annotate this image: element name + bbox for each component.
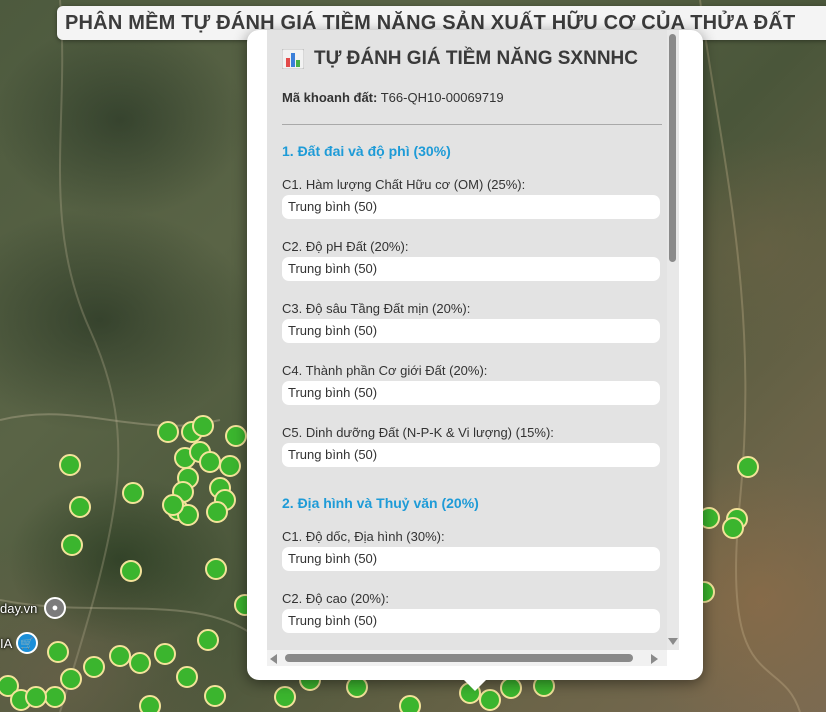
parcel-marker[interactable]: [204, 685, 226, 707]
parcel-marker[interactable]: [205, 558, 227, 580]
parcel-marker[interactable]: [109, 645, 131, 667]
parcel-marker[interactable]: [399, 695, 421, 712]
parcel-marker[interactable]: [479, 689, 501, 711]
parcel-marker[interactable]: [25, 686, 47, 708]
criterion-label: C1. Độ dốc, Địa hình (30%):: [282, 529, 445, 544]
parcel-marker[interactable]: [122, 482, 144, 504]
parcel-marker[interactable]: [157, 421, 179, 443]
parcel-marker[interactable]: [192, 415, 214, 437]
criterion-label: C2. Độ pH Đất (20%):: [282, 239, 409, 254]
criterion-value-field[interactable]: Trung bình (50): [282, 195, 660, 219]
parcel-info: Mã khoanh đất: T66-QH10-00069719: [282, 90, 504, 105]
parcel-marker[interactable]: [60, 668, 82, 690]
horizontal-scrollbar[interactable]: [267, 650, 667, 666]
panel-title-text: TỰ ĐÁNH GIÁ TIỀM NĂNG SXNNHC: [314, 48, 638, 69]
parcel-marker[interactable]: [129, 652, 151, 674]
horizontal-scrollbar-thumb[interactable]: [285, 654, 633, 662]
parcel-marker[interactable]: [737, 456, 759, 478]
criterion-value-field[interactable]: Trung bình (50): [282, 547, 660, 571]
panel-title: TỰ ĐÁNH GIÁ TIỀM NĂNG SXNNHC: [282, 48, 638, 70]
scroll-left-arrow-icon[interactable]: [270, 654, 277, 664]
parcel-marker[interactable]: [162, 494, 184, 516]
parcel-id: T66-QH10-00069719: [380, 90, 504, 105]
vertical-scrollbar-thumb[interactable]: [669, 34, 676, 262]
parcel-marker[interactable]: [69, 496, 91, 518]
parcel-marker[interactable]: [219, 455, 241, 477]
parcel-marker[interactable]: [722, 517, 744, 539]
parcel-marker[interactable]: [61, 534, 83, 556]
scroll-down-arrow-icon[interactable]: [668, 638, 678, 645]
criterion-value-field[interactable]: Trung bình (50): [282, 319, 660, 343]
parcel-marker[interactable]: [274, 686, 296, 708]
parcel-marker[interactable]: [120, 560, 142, 582]
parcel-marker[interactable]: [500, 677, 522, 699]
divider: [282, 124, 662, 125]
parcel-marker[interactable]: [197, 629, 219, 651]
criterion-label: C3. Độ sâu Tầng Đất mịn (20%):: [282, 301, 471, 316]
criterion-value-field[interactable]: Trung bình (50): [282, 381, 660, 405]
parcel-marker[interactable]: [139, 695, 161, 712]
map-place-label: day.vn: [0, 601, 38, 616]
map-poi-label: IA: [0, 636, 13, 651]
location-pin-icon[interactable]: ●: [44, 597, 66, 619]
shopping-cart-icon[interactable]: 🛒: [16, 632, 38, 654]
popup-tip: [463, 679, 487, 691]
parcel-marker[interactable]: [154, 643, 176, 665]
vertical-scrollbar[interactable]: [667, 30, 679, 650]
parcel-label: Mã khoanh đất:: [282, 90, 378, 105]
criterion-label: C1. Hàm lượng Chất Hữu cơ (OM) (25%):: [282, 177, 526, 192]
parcel-marker[interactable]: [176, 666, 198, 688]
section-title: 1. Đất đai và độ phì (30%): [282, 143, 451, 159]
criterion-value-field[interactable]: Trung bình (50): [282, 257, 660, 281]
popup-scroll-area[interactable]: TỰ ĐÁNH GIÁ TIỀM NĂNG SXNNHC Mã khoanh đ…: [267, 30, 667, 650]
parcel-marker[interactable]: [44, 686, 66, 708]
criterion-label: C5. Dinh dưỡng Đất (N-P-K & Vi lượng) (1…: [282, 425, 554, 440]
parcel-marker[interactable]: [83, 656, 105, 678]
section-title: 2. Địa hình và Thuỷ văn (20%): [282, 495, 479, 511]
criterion-value-field[interactable]: Trung bình (50): [282, 609, 660, 633]
criterion-label: C4. Thành phần Cơ giới Đất (20%):: [282, 363, 488, 378]
criterion-value-field[interactable]: Trung bình (50): [282, 443, 660, 467]
parcel-marker[interactable]: [199, 451, 221, 473]
parcel-marker[interactable]: [225, 425, 247, 447]
parcel-marker[interactable]: [59, 454, 81, 476]
criterion-label: C2. Độ cao (20%):: [282, 591, 389, 606]
parcel-marker[interactable]: [47, 641, 69, 663]
parcel-marker[interactable]: [206, 501, 228, 523]
scroll-right-arrow-icon[interactable]: [651, 654, 658, 664]
bar-chart-icon: [282, 49, 304, 69]
